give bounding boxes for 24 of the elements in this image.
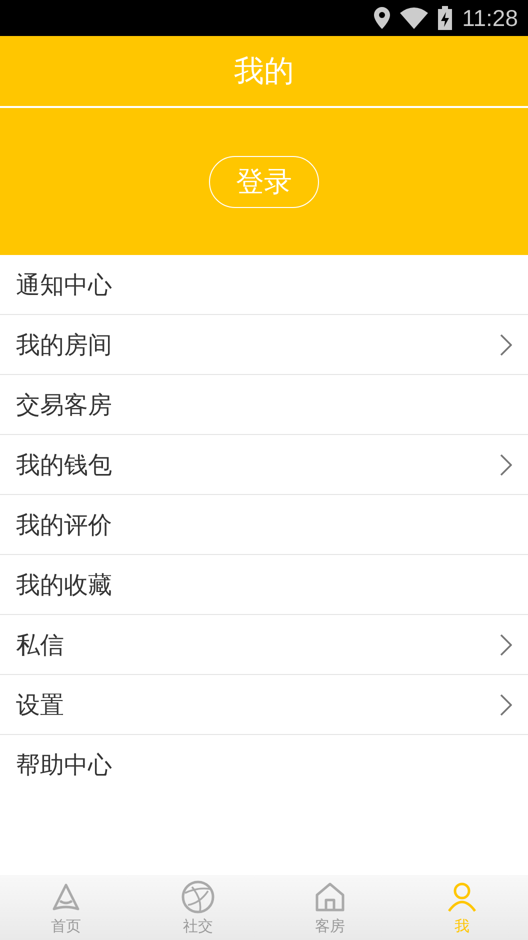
menu-item-label: 私信 — [16, 630, 64, 660]
menu-item-label: 我的钱包 — [16, 450, 112, 480]
menu-item-label: 帮助中心 — [16, 750, 112, 780]
clock-time: 11:28 — [462, 4, 518, 32]
menu-item[interactable]: 帮助中心 — [0, 735, 528, 794]
menu-item-label: 设置 — [16, 690, 64, 720]
menu-item-label: 我的收藏 — [16, 570, 112, 600]
menu-item[interactable]: 私信 — [0, 615, 528, 675]
menu-item-label: 我的房间 — [16, 330, 112, 360]
menu-item[interactable]: 设置 — [0, 675, 528, 735]
menu-item[interactable]: 交易客房 — [0, 375, 528, 435]
menu-item-label: 我的评价 — [16, 510, 112, 540]
menu-item[interactable]: 我的评价 — [0, 495, 528, 555]
menu-item[interactable]: 通知中心 — [0, 255, 528, 315]
menu-item[interactable]: 我的房间 — [0, 315, 528, 375]
location-icon — [374, 7, 390, 29]
globe-icon — [180, 879, 216, 915]
battery-icon — [438, 6, 452, 30]
menu-item[interactable]: 我的收藏 — [0, 555, 528, 615]
menu-item[interactable]: 我的钱包 — [0, 435, 528, 495]
page-title: 我的 — [234, 52, 294, 90]
menu-item-label: 通知中心 — [16, 270, 112, 300]
menu-item-label: 交易客房 — [16, 390, 112, 420]
wifi-icon — [400, 7, 428, 29]
